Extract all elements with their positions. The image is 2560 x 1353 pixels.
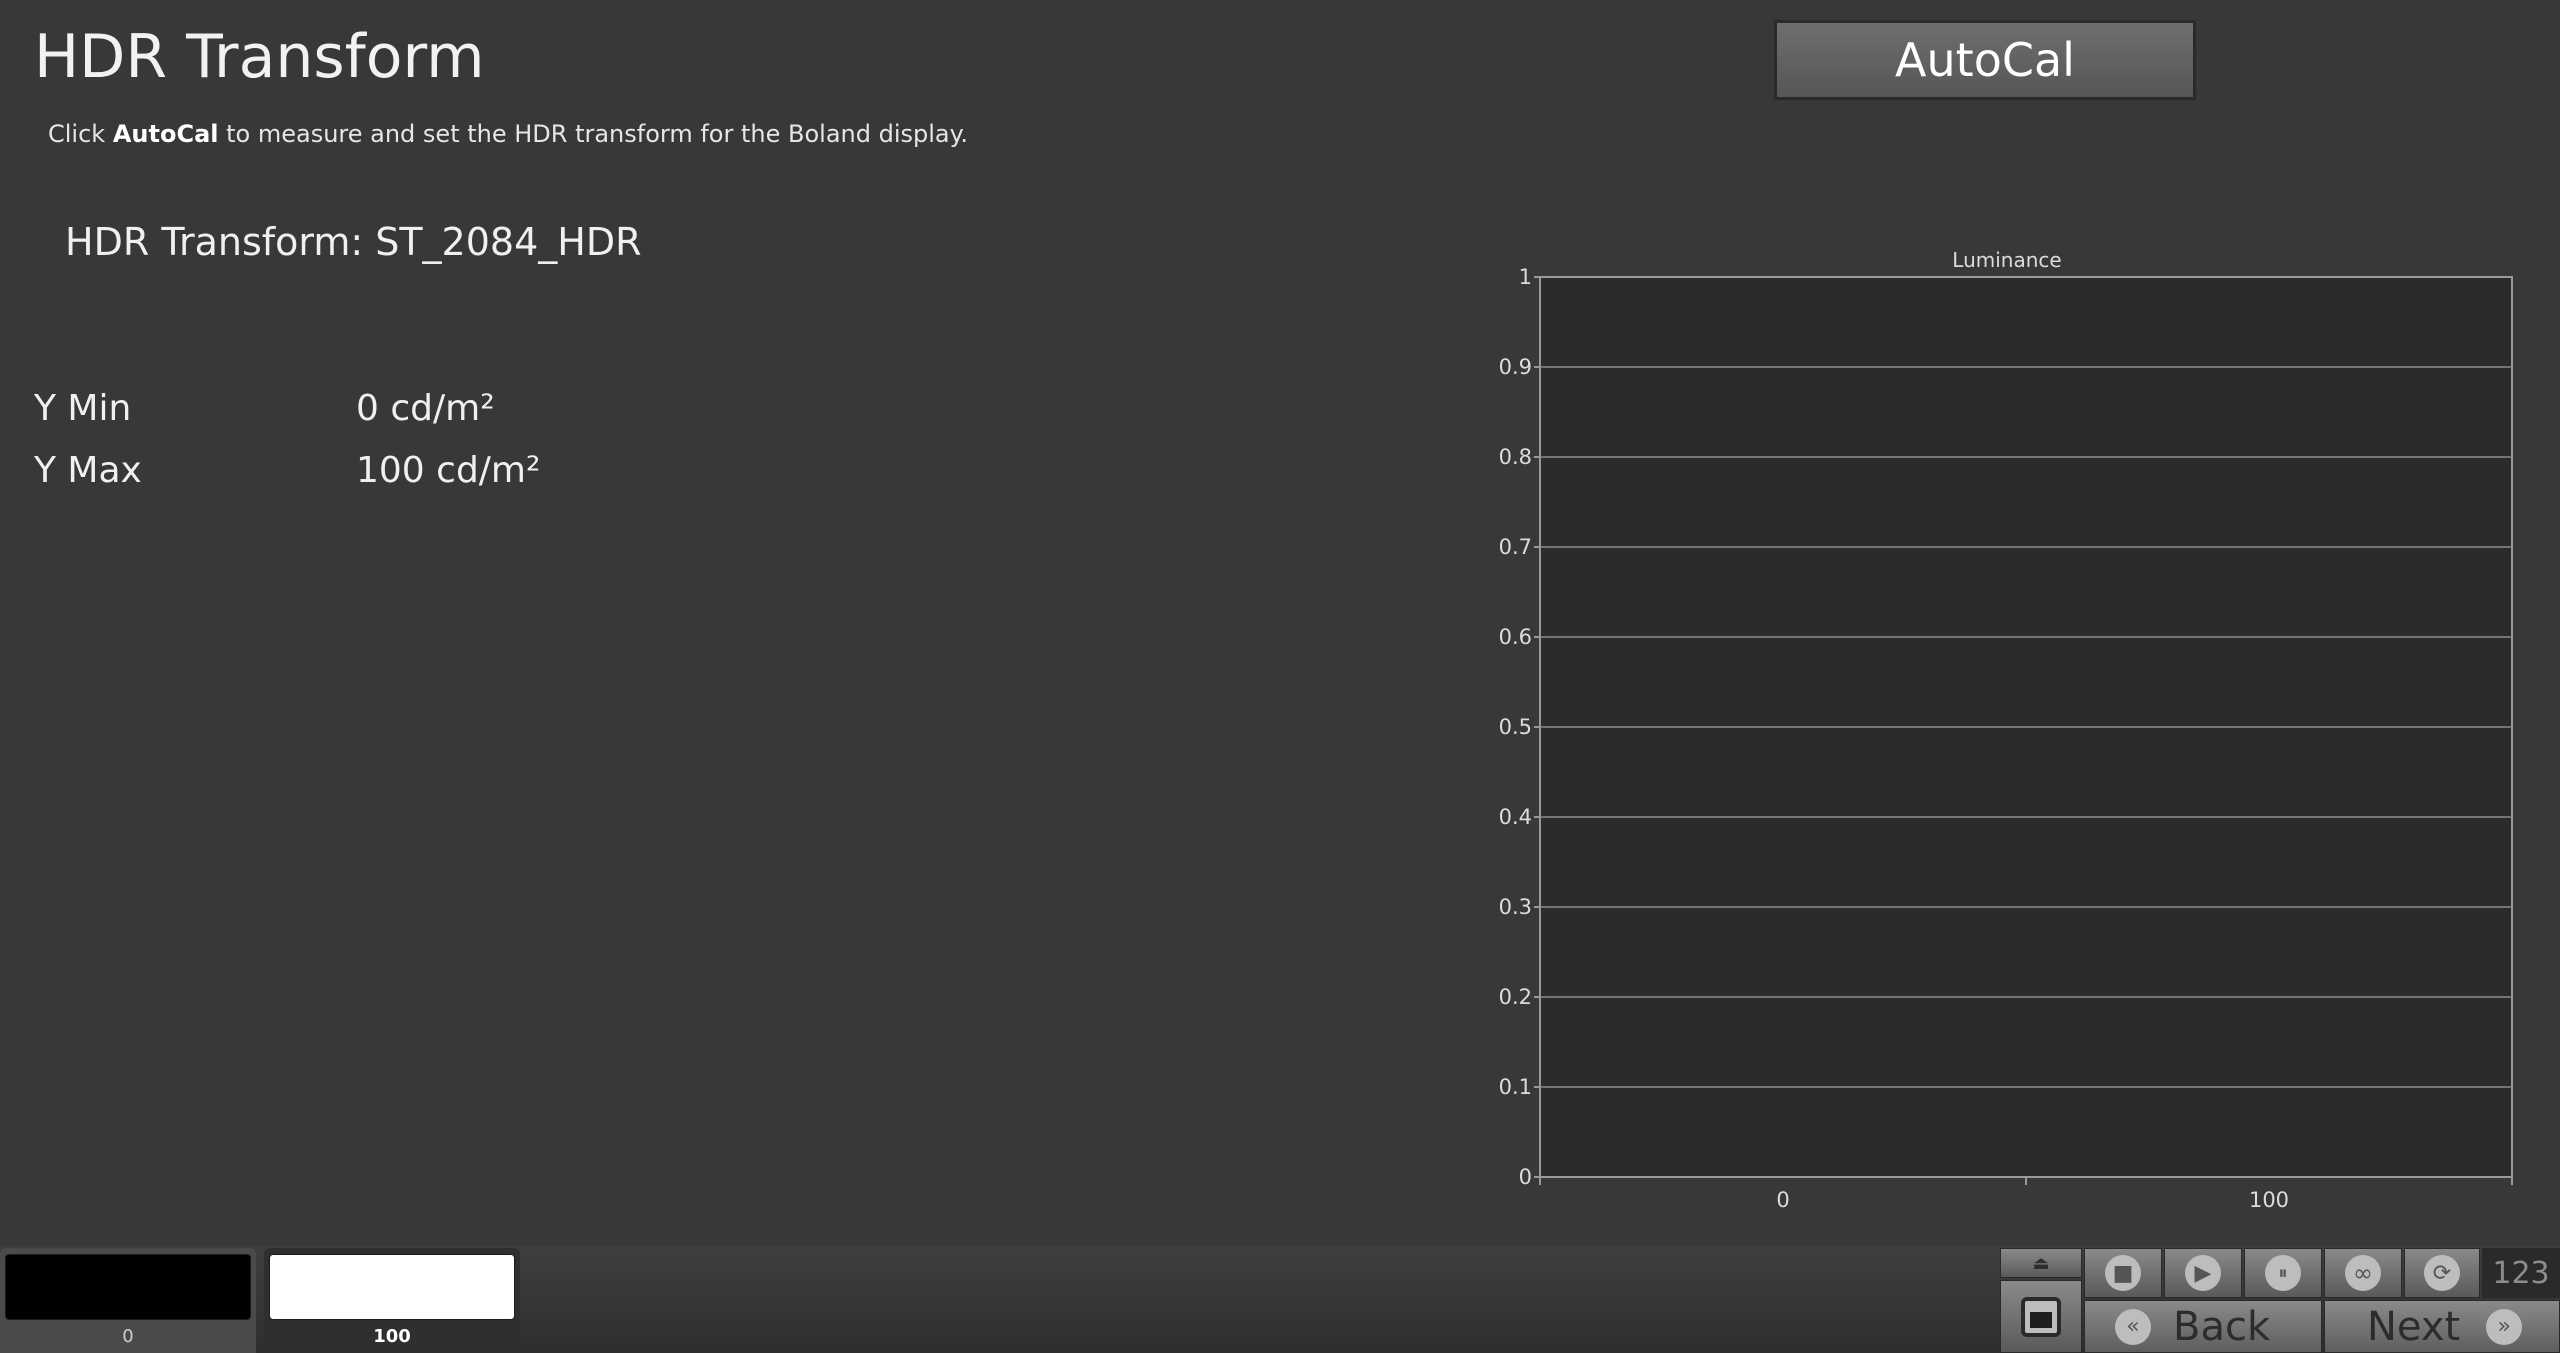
- eject-icon: ⏏: [2032, 1252, 2050, 1274]
- luminance-chart: Luminance 00.10.20.30.40.50.60.70.80.91 …: [1499, 248, 2513, 1212]
- back-chevrons-icon: «: [2115, 1308, 2151, 1345]
- y-tick-label-3: 0.3: [1499, 895, 1532, 919]
- patch-100-label: 100: [373, 1326, 411, 1347]
- display-mode-icon: [2021, 1296, 2061, 1337]
- expand-button[interactable]: ⏏: [2000, 1248, 2082, 1278]
- play-button[interactable]: ▶: [2164, 1248, 2242, 1298]
- back-label: Back: [2173, 1303, 2271, 1350]
- stop-button[interactable]: ■: [2084, 1248, 2162, 1298]
- back-button[interactable]: « Back: [2084, 1300, 2322, 1353]
- y-tick-label-1: 0.1: [1499, 1075, 1532, 1099]
- play-icon: ▶: [2185, 1255, 2221, 1291]
- pause-button[interactable]: ⏸: [2244, 1248, 2322, 1298]
- y-axis-ticks: 0 0.1 0.2 0.3 0.4 0.5 0.6 0.7 0.8 0.9 1: [1499, 265, 1540, 1189]
- refresh-button[interactable]: ⟳: [2404, 1248, 2480, 1298]
- x-tick-label-1: 100: [2249, 1188, 2289, 1212]
- display-mode-button[interactable]: [2000, 1280, 2082, 1353]
- y-tick-label-2: 0.2: [1499, 985, 1532, 1009]
- loop-icon: ∞: [2345, 1255, 2381, 1291]
- y-tick-label-6: 0.6: [1499, 625, 1532, 649]
- loop-button[interactable]: ∞: [2324, 1248, 2402, 1298]
- pause-icon: ⏸: [2265, 1255, 2301, 1291]
- patch-0-label: 0: [122, 1326, 134, 1347]
- next-button[interactable]: Next »: [2324, 1300, 2560, 1353]
- x-tick-label-0: 0: [1776, 1188, 1789, 1212]
- next-chevrons-icon: »: [2486, 1308, 2523, 1345]
- y-tick-label-8: 0.8: [1499, 445, 1532, 469]
- patch-0-color: [5, 1254, 251, 1320]
- y-tick-label-0: 0: [1519, 1165, 1532, 1189]
- y-tick-label-10: 1: [1519, 265, 1532, 289]
- y-tick-label-4: 0.4: [1499, 805, 1532, 829]
- patch-0[interactable]: 0: [0, 1248, 256, 1353]
- y-tick-label-9: 0.9: [1499, 355, 1532, 379]
- chart-title: Luminance: [1952, 248, 2061, 272]
- refresh-icon: ⟳: [2424, 1255, 2460, 1291]
- patch-100-color: [269, 1254, 515, 1320]
- y-tick-label-5: 0.5: [1499, 715, 1532, 739]
- pattern-counter: 123: [2482, 1248, 2560, 1298]
- y-tick-label-7: 0.7: [1499, 535, 1532, 559]
- x-axis-ticks: 0 100: [1539, 1177, 2513, 1212]
- patch-100[interactable]: 100: [264, 1248, 520, 1353]
- stop-icon: ■: [2105, 1255, 2141, 1291]
- next-label: Next: [2367, 1303, 2461, 1350]
